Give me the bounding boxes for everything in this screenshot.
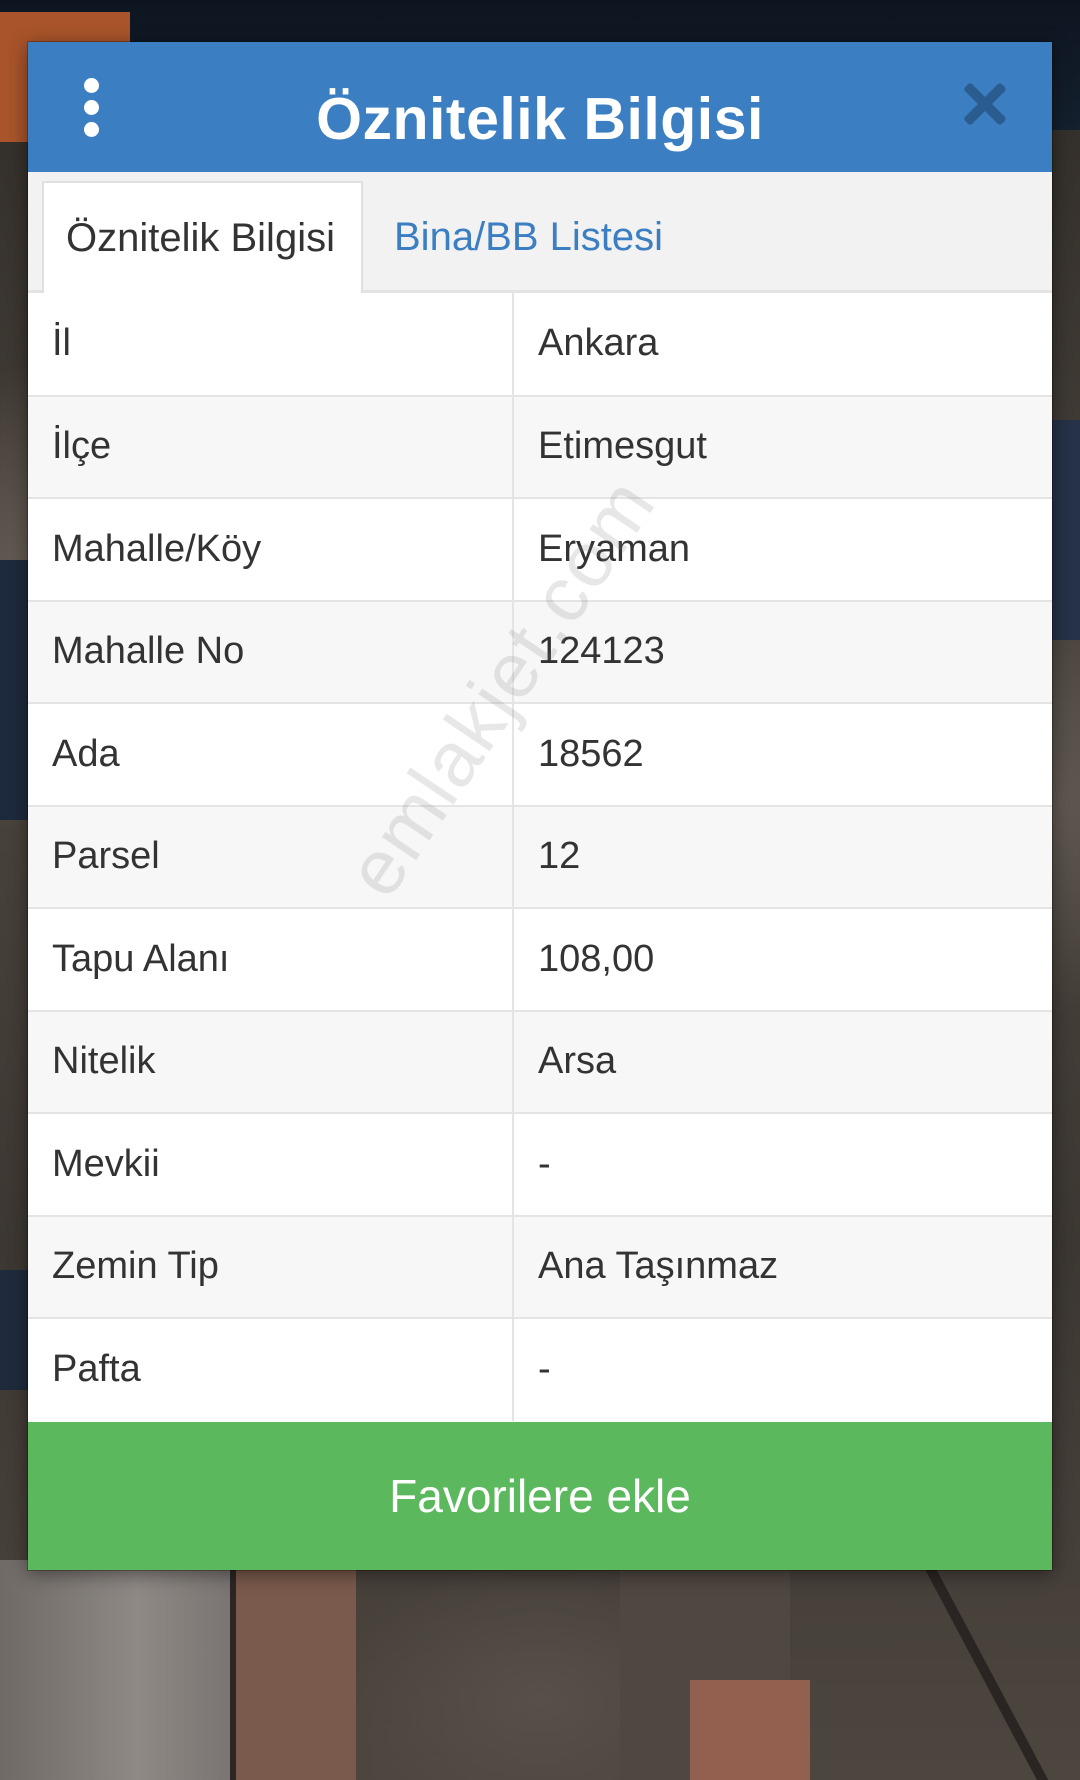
map-navy-roof xyxy=(0,1270,30,1390)
table-row: Tapu Alanı 108,00 xyxy=(28,908,1052,1012)
map-building xyxy=(690,1680,810,1780)
dialog-title: Öznitelik Bilgisi xyxy=(316,86,764,152)
attribute-value: - xyxy=(538,1348,551,1391)
attribute-table: İl Ankara İlçe Etimesgut Mahalle/Köy Ery… xyxy=(28,293,1052,1421)
tab-bar: Öznitelik Bilgisi Bina/BB Listesi xyxy=(28,172,1052,293)
add-to-favorites-label: Favorilere ekle xyxy=(389,1470,691,1522)
tab-attribute-info[interactable]: Öznitelik Bilgisi xyxy=(42,181,363,293)
attribute-value: Eryaman xyxy=(513,498,1052,602)
attribute-value: 12 xyxy=(513,805,1052,909)
attribute-key: Ada xyxy=(28,703,514,807)
map-road-line xyxy=(920,1555,1051,1780)
dialog-header: Öznitelik Bilgisi xyxy=(28,42,1052,172)
close-button[interactable] xyxy=(962,82,1022,142)
map-building xyxy=(230,1570,356,1780)
attribute-key: Pafta xyxy=(28,1318,514,1421)
attribute-value: Ana Taşınmaz xyxy=(513,1215,1052,1319)
table-row: Mahalle/Köy Eryaman xyxy=(28,498,1052,602)
attribute-info-dialog: Öznitelik Bilgisi Öznitelik Bilgisi Bina… xyxy=(28,42,1052,1570)
table-row: Mahalle No 124123 xyxy=(28,600,1052,704)
attribute-value: 18562 xyxy=(513,703,1052,807)
add-to-favorites-button[interactable]: Favorilere ekle xyxy=(28,1422,1052,1570)
table-row: Pafta - xyxy=(28,1318,1052,1421)
tab-label: Öznitelik Bilgisi xyxy=(66,215,335,260)
attribute-key: Parsel xyxy=(28,805,514,909)
attribute-value: - xyxy=(513,1113,1052,1217)
table-row: Ada 18562 xyxy=(28,703,1052,807)
attribute-value: 124123 xyxy=(513,600,1052,704)
table-row: Nitelik Arsa xyxy=(28,1010,1052,1114)
attribute-value: Ankara xyxy=(513,293,1052,397)
attribute-value: 108,00 xyxy=(513,908,1052,1012)
attribute-key: Nitelik xyxy=(28,1010,514,1114)
attribute-key: Mahalle/Köy xyxy=(28,498,514,602)
table-row: Mevkii - xyxy=(28,1113,1052,1217)
table-row: İlçe Etimesgut xyxy=(28,395,1052,499)
table-row: Parsel 12 xyxy=(28,805,1052,909)
table-row: İl Ankara xyxy=(28,293,1052,397)
attribute-key: Mahalle No xyxy=(28,600,514,704)
attribute-key: Mevkii xyxy=(28,1113,514,1217)
attribute-value: Etimesgut xyxy=(513,395,1052,499)
map-pale-building xyxy=(0,1560,230,1780)
attribute-key: Zemin Tip xyxy=(28,1215,514,1319)
attribute-key: İlçe xyxy=(28,395,514,499)
table-row: Zemin Tip Ana Taşınmaz xyxy=(28,1215,1052,1319)
tab-building-list[interactable]: Bina/BB Listesi xyxy=(394,181,663,293)
close-icon xyxy=(962,82,1006,126)
attribute-key: İl xyxy=(28,293,514,397)
attribute-key: Tapu Alanı xyxy=(28,908,514,1012)
attribute-value: Arsa xyxy=(513,1010,1052,1114)
tab-label: Bina/BB Listesi xyxy=(394,214,664,259)
